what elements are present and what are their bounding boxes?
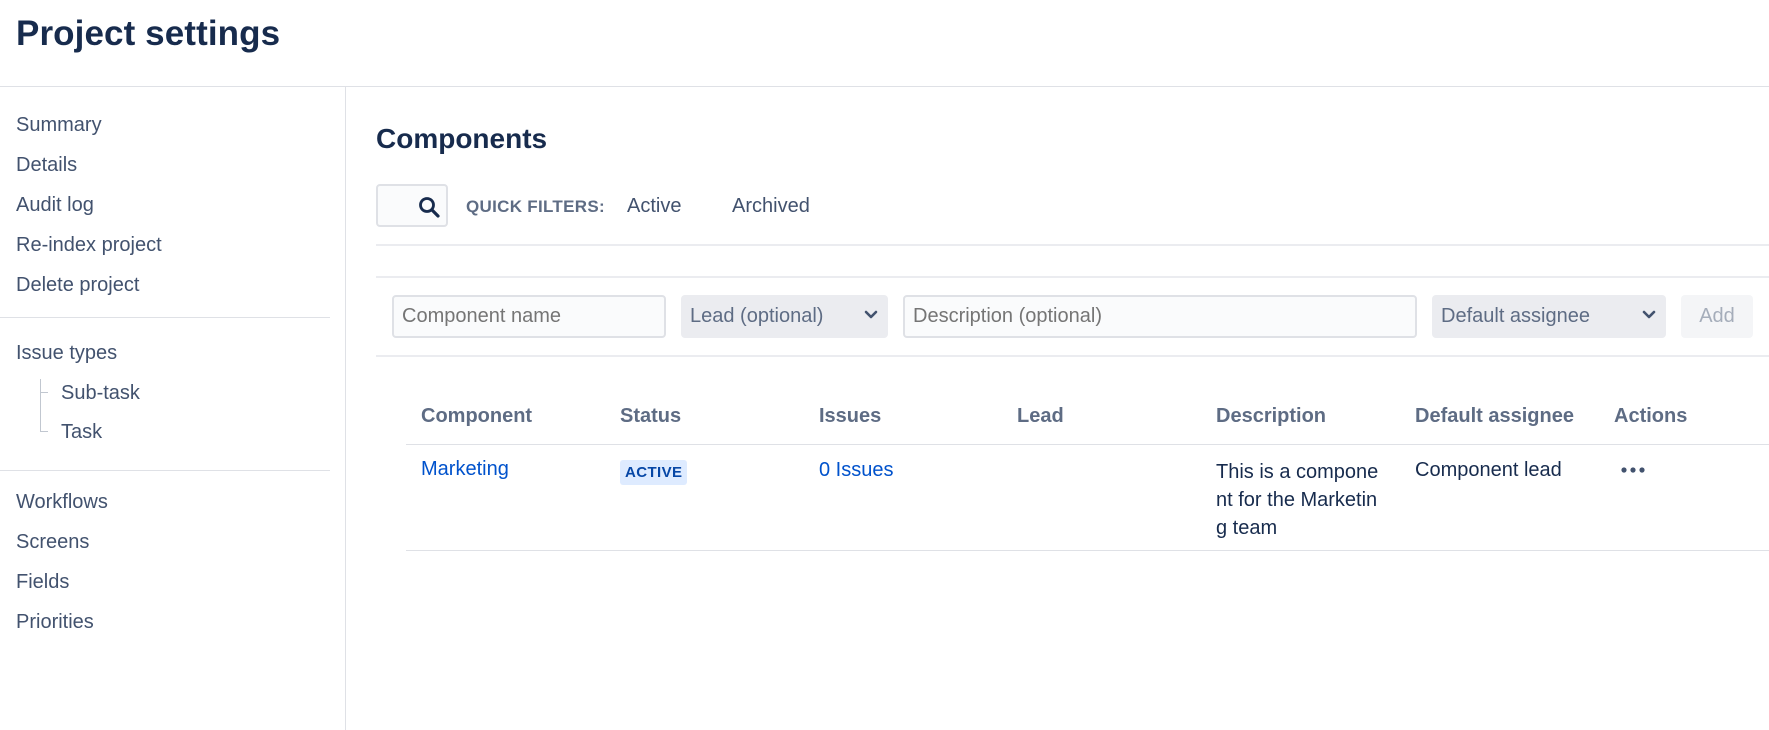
tree-tick [40,392,48,393]
divider [376,276,1769,278]
component-link[interactable]: Marketing [421,458,509,481]
sidebar-divider [0,470,330,471]
sidebar-item-issue-types[interactable]: Issue types [16,342,117,365]
sidebar-item-audit-log[interactable]: Audit log [16,194,94,217]
search-icon [419,197,440,218]
sidebar-item-details[interactable]: Details [16,154,77,177]
sidebar-item-reindex-project[interactable]: Re-index project [16,234,162,257]
quick-filters-label: QUICK FILTERS: [466,197,605,216]
default-assignee-select-value: Default assignee [1441,305,1590,327]
lead-select-value: Lead (optional) [690,305,824,327]
quick-filter-active[interactable]: Active [627,195,681,218]
sidebar-item-workflows[interactable]: Workflows [16,491,108,514]
sidebar-item-delete-project[interactable]: Delete project [16,274,139,297]
table-header-divider [406,444,1769,445]
section-title: Components [376,123,548,154]
default-assignee-select[interactable]: Default assignee [1432,295,1666,338]
row-actions-button[interactable] [1616,453,1650,487]
sidebar-item-priorities[interactable]: Priorities [16,611,94,634]
column-header-description: Description [1216,405,1327,427]
sidebar-item-summary[interactable]: Summary [16,114,102,137]
status-badge: ACTIVE [620,460,688,485]
divider [376,355,1769,357]
sidebar-item-fields[interactable]: Fields [16,571,69,594]
quick-filter-archived[interactable]: Archived [732,195,810,218]
column-header-default-assignee: Default assignee [1415,405,1574,427]
table-row-divider [406,550,1769,551]
search-input[interactable] [376,184,448,227]
more-icon [1621,467,1645,473]
sidebar: Summary Details Audit log Re-index proje… [0,87,346,730]
chevron-down-icon [864,310,878,319]
column-header-component[interactable]: Component [421,405,532,428]
chevron-down-icon [1642,310,1656,319]
add-button[interactable]: Add [1681,295,1753,338]
column-header-issues: Issues [819,405,882,427]
description-input[interactable] [903,295,1417,338]
sidebar-item-sub-task[interactable]: Sub-task [61,382,140,405]
issues-link[interactable]: 0 Issues [819,459,893,482]
lead-select[interactable]: Lead (optional) [681,295,888,338]
column-header-status: Status [620,405,682,427]
sidebar-divider [0,317,330,318]
main-content: Components QUICK FILTERS: Active Archive… [347,87,1769,730]
column-header-actions: Actions [1614,405,1688,427]
page-header: Project settings [0,0,1769,87]
sidebar-item-task[interactable]: Task [61,421,102,444]
default-assignee-cell: Component lead [1415,459,1562,481]
sidebar-item-screens[interactable]: Screens [16,531,89,554]
tree-tick [40,431,48,432]
tree-line [40,379,41,432]
column-header-lead: Lead [1017,405,1064,427]
component-name-input[interactable] [392,295,666,338]
page-title: Project settings [16,14,281,53]
divider [376,244,1769,246]
description-cell: This is a component for the Marketing te… [1216,461,1379,539]
